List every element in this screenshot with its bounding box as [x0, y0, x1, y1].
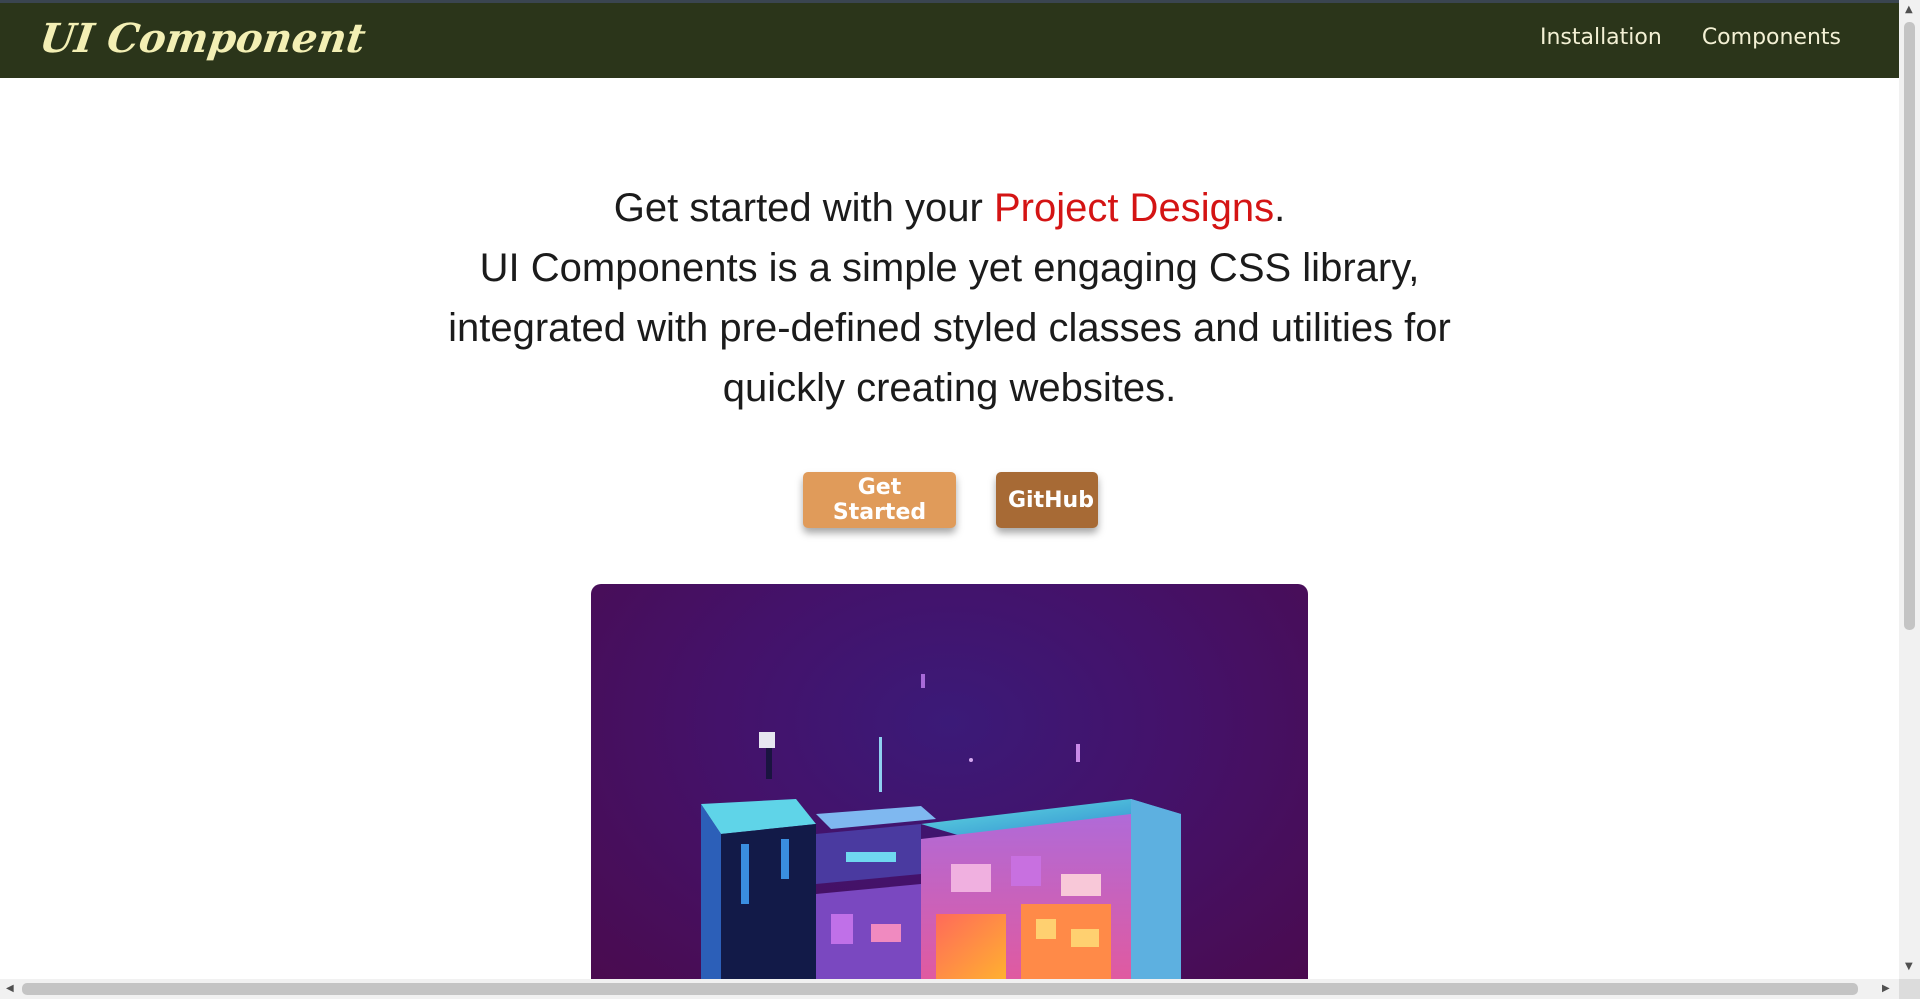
headline-suffix: . — [1274, 186, 1286, 230]
chevron-up-icon[interactable]: ▲ — [1905, 5, 1913, 15]
hero-headline: Get started with your Project Designs. — [430, 178, 1470, 238]
sparkle-icon — [969, 758, 973, 762]
block-window — [871, 924, 901, 942]
navbar: UI Component Installation Components — [0, 3, 1899, 78]
building-window — [1071, 929, 1099, 947]
tower-side — [701, 804, 721, 979]
nav-link-components[interactable]: Components — [1702, 25, 1841, 50]
sparkle-icon — [921, 674, 925, 688]
horizontal-scrollbar[interactable]: ◀ ▶ — [0, 979, 1899, 999]
nav-link-installation[interactable]: Installation — [1540, 25, 1662, 50]
sparkle-icon — [1076, 744, 1080, 762]
building-window — [1011, 856, 1041, 886]
antenna-tip-icon — [759, 732, 775, 748]
platform-window — [846, 852, 896, 862]
hero-description: UI Components is a simple yet engaging C… — [448, 246, 1451, 410]
vertical-scroll-thumb[interactable] — [1904, 22, 1915, 630]
github-button[interactable]: GitHub — [996, 472, 1098, 528]
isometric-city-illustration-icon — [701, 674, 1181, 979]
nav-links: Installation Components — [1540, 25, 1841, 50]
headline-prefix: Get started with your — [613, 186, 994, 230]
brand-logo[interactable]: UI Component — [37, 15, 369, 62]
tower-window — [781, 839, 789, 879]
get-started-button[interactable]: Get Started — [803, 472, 956, 528]
building-side — [1131, 799, 1181, 979]
chevron-down-icon[interactable]: ▼ — [1905, 962, 1913, 972]
antenna-icon — [879, 737, 882, 792]
building-window — [1036, 919, 1056, 939]
building-door — [936, 914, 1006, 979]
block-window — [831, 914, 853, 944]
hero-buttons: Get Started GitHub — [2, 472, 1899, 528]
hero-text: Get started with your Project Designs. U… — [430, 178, 1470, 418]
scrollbar-corner — [1899, 979, 1920, 999]
chevron-right-icon[interactable]: ▶ — [1882, 984, 1890, 994]
hero-section: Get started with your Project Designs. U… — [0, 78, 1899, 528]
vertical-scrollbar[interactable]: ▲ ▼ — [1899, 0, 1920, 979]
tower-front — [721, 824, 816, 979]
tower-window — [741, 844, 749, 904]
building-window — [1061, 874, 1101, 896]
chevron-left-icon[interactable]: ◀ — [6, 984, 14, 994]
horizontal-scroll-thumb[interactable] — [22, 983, 1858, 995]
headline-accent: Project Designs — [993, 186, 1275, 230]
building-window — [951, 864, 991, 892]
hero-illustration — [591, 584, 1308, 979]
